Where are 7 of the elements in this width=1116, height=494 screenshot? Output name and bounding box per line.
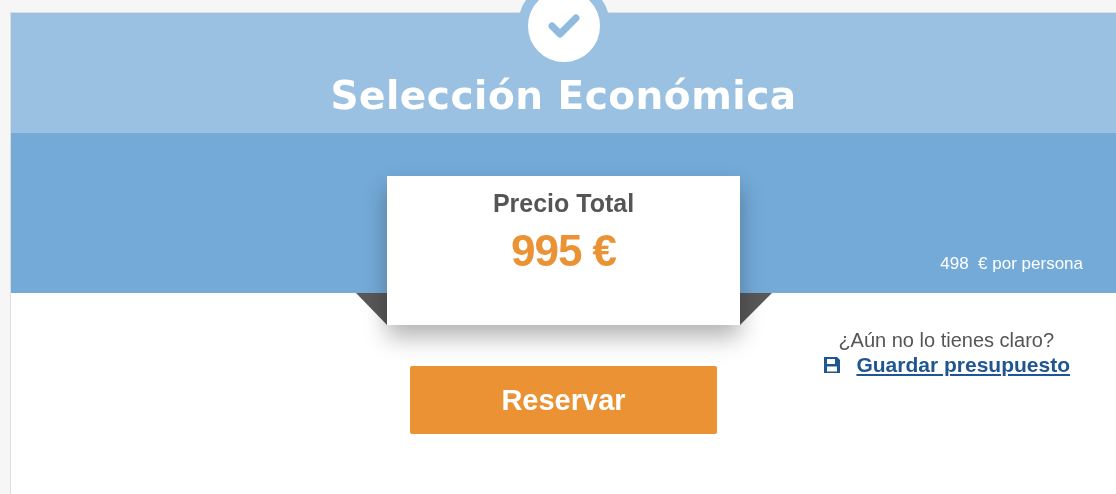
total-price: 995 € [509, 226, 618, 276]
page-title: Selección Económica [330, 72, 797, 120]
save-icon [822, 355, 843, 375]
per-person-price: 498 € por persona [940, 254, 1083, 274]
save-budget-link[interactable]: Guardar presupuesto [822, 353, 1070, 377]
price-label: Precio Total [491, 188, 636, 218]
question-text: ¿Aún no lo tienes claro? [838, 328, 1055, 353]
